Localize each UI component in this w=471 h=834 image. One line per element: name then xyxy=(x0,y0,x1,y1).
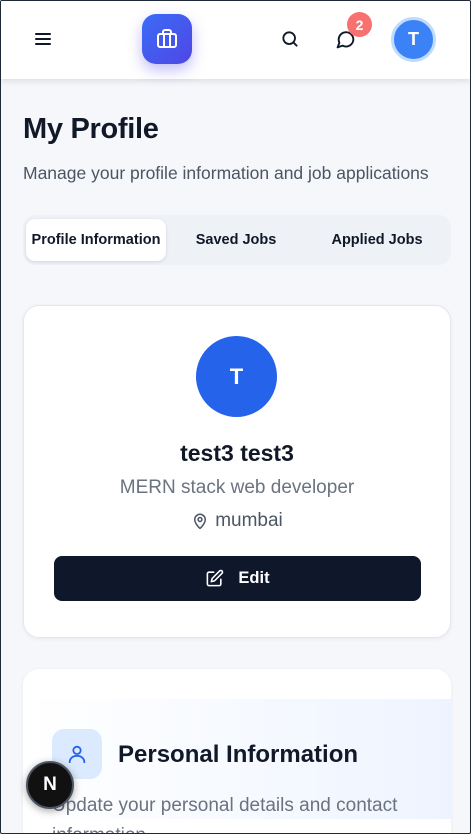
location-text: mumbai xyxy=(215,510,283,531)
menu-icon-line xyxy=(35,43,51,45)
briefcase-icon xyxy=(157,29,177,48)
edit-profile-button[interactable]: Edit xyxy=(54,556,421,601)
profile-avatar: T xyxy=(196,336,277,417)
personal-information-title: Personal Information xyxy=(118,741,359,768)
brand-logo-button[interactable] xyxy=(142,14,192,64)
top-navbar: 2 T xyxy=(1,1,470,79)
page-title: My Profile xyxy=(23,113,159,145)
user-avatar[interactable]: T xyxy=(391,17,436,62)
edit-icon xyxy=(206,569,224,587)
search-icon xyxy=(282,31,298,47)
profile-card: T test3 test3 MERN stack web developer m… xyxy=(23,305,451,638)
search-button[interactable] xyxy=(278,27,302,51)
floating-n-button[interactable]: N xyxy=(26,761,74,809)
tab-saved-jobs[interactable]: Saved Jobs xyxy=(166,219,306,261)
profile-role: MERN stack web developer xyxy=(119,477,355,498)
tab-profile-information[interactable]: Profile Information xyxy=(26,219,166,261)
personal-information-card: Personal Information Update your persona… xyxy=(23,669,451,833)
menu-icon xyxy=(35,33,51,35)
page-subtitle: Manage your profile information and job … xyxy=(23,163,429,183)
user-icon xyxy=(68,745,86,764)
menu-button[interactable] xyxy=(35,31,55,47)
profile-location: mumbai xyxy=(24,510,450,532)
personal-information-header: Personal Information Update your persona… xyxy=(23,699,451,833)
profile-tabs: Profile Information Saved Jobs Applied J… xyxy=(23,215,451,265)
edit-label: Edit xyxy=(238,569,270,587)
menu-icon-line xyxy=(35,38,51,40)
personal-information-description: Update your personal details and contact… xyxy=(52,795,398,833)
app-frame: 2 T My Profile Manage your profile infor… xyxy=(0,0,471,834)
tab-applied-jobs[interactable]: Applied Jobs xyxy=(306,219,448,261)
profile-name: test3 test3 xyxy=(180,440,294,466)
map-pin-icon xyxy=(194,513,207,530)
notification-badge: 2 xyxy=(347,12,372,37)
